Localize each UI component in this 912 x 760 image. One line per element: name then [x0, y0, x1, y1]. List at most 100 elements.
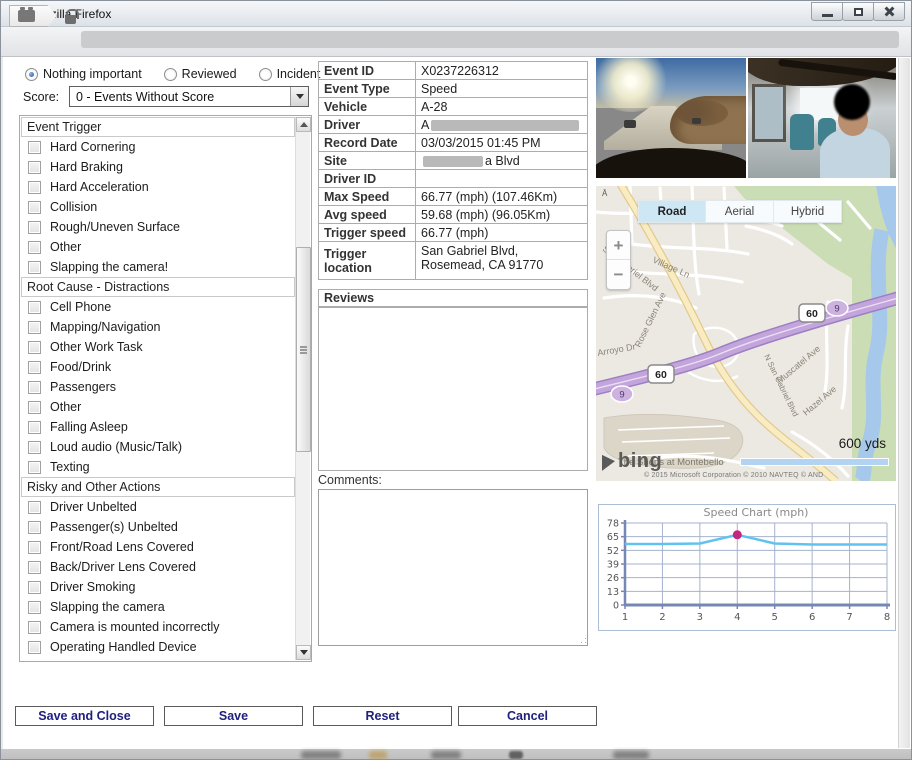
- window-scrollbar-gutter[interactable]: [898, 58, 910, 748]
- taskbar-item: [509, 751, 523, 759]
- checkbox-label: Hard Braking: [50, 160, 123, 174]
- checkbox[interactable]: [28, 401, 41, 414]
- checkbox-item[interactable]: Tampering/Abusing Equipment: [21, 657, 295, 660]
- radio-reviewed[interactable]: Reviewed: [164, 67, 237, 81]
- checkbox-item[interactable]: Other: [21, 237, 295, 257]
- checkbox-item[interactable]: Front/Road Lens Covered: [21, 537, 295, 557]
- checkbox[interactable]: [28, 521, 41, 534]
- checkbox[interactable]: [28, 361, 41, 374]
- checkbox-item[interactable]: Cell Phone: [21, 297, 295, 317]
- radio-button-selected[interactable]: [25, 68, 38, 81]
- map-type-hybrid-button[interactable]: Hybrid: [774, 200, 842, 223]
- checklist-scrollbar[interactable]: [295, 117, 310, 660]
- checkbox-item[interactable]: Passengers: [21, 377, 295, 397]
- driver-camera-image[interactable]: [748, 58, 896, 178]
- svg-text:9: 9: [619, 390, 624, 401]
- checkbox-item[interactable]: Driver Smoking: [21, 577, 295, 597]
- bing-logo: bing: [602, 450, 662, 473]
- bing-map[interactable]: Ā Village Ln San Gabriel Blvd Rose Glen …: [596, 186, 896, 481]
- field-value: 66.77 (mph) (107.46Km): [416, 188, 588, 206]
- checkbox[interactable]: [28, 321, 41, 334]
- cancel-button[interactable]: Cancel: [458, 706, 597, 726]
- checkbox[interactable]: [28, 181, 41, 194]
- score-dropdown[interactable]: 0 - Events Without Score: [69, 86, 309, 107]
- field-label: Trigger speed: [319, 224, 416, 242]
- radio-incident[interactable]: Incident: [259, 67, 321, 81]
- checkbox-label: Hard Cornering: [50, 140, 135, 154]
- trigger-point-marker[interactable]: [733, 530, 742, 539]
- scroll-down-button[interactable]: [296, 645, 311, 660]
- map-type-road-button[interactable]: Road: [638, 200, 706, 223]
- checkbox-item[interactable]: Driver Unbelted: [21, 497, 295, 517]
- checkbox-item[interactable]: Rough/Uneven Surface: [21, 217, 295, 237]
- scroll-up-button[interactable]: [296, 117, 311, 132]
- vehicle: [624, 120, 636, 128]
- checkbox-item[interactable]: Back/Driver Lens Covered: [21, 557, 295, 577]
- checkbox-item[interactable]: Texting: [21, 457, 295, 477]
- checkbox-item[interactable]: Loud audio (Music/Talk): [21, 437, 295, 457]
- checkbox[interactable]: [28, 161, 41, 174]
- checkbox-item[interactable]: Hard Acceleration: [21, 177, 295, 197]
- checkbox-item[interactable]: Hard Braking: [21, 157, 295, 177]
- road-camera-image[interactable]: [596, 58, 746, 178]
- checkbox-group-header: Risky and Other Actions: [21, 477, 295, 497]
- save-button[interactable]: Save: [164, 706, 303, 726]
- checkbox[interactable]: [28, 201, 41, 214]
- checkbox[interactable]: [28, 381, 41, 394]
- checkbox[interactable]: [28, 501, 41, 514]
- radio-button[interactable]: [259, 68, 272, 81]
- zoom-in-button[interactable]: +: [607, 231, 630, 260]
- checkbox-item[interactable]: Falling Asleep: [21, 417, 295, 437]
- zoom-out-button[interactable]: −: [607, 260, 630, 289]
- checkbox-label: Slapping the camera: [50, 600, 165, 614]
- site-identity-button[interactable]: [9, 5, 57, 27]
- checkbox-label: Food/Drink: [50, 360, 111, 374]
- checkbox[interactable]: [28, 141, 41, 154]
- checkbox[interactable]: [28, 461, 41, 474]
- reset-button[interactable]: Reset: [313, 706, 452, 726]
- field-label: Event ID: [319, 62, 416, 80]
- checkbox[interactable]: [28, 221, 41, 234]
- checkbox[interactable]: [28, 421, 41, 434]
- checkbox-item[interactable]: Camera is mounted incorrectly: [21, 617, 295, 637]
- map-type-aerial-button[interactable]: Aerial: [706, 200, 774, 223]
- close-button[interactable]: [873, 2, 905, 21]
- checkbox[interactable]: [28, 441, 41, 454]
- taskbar-item: [301, 751, 341, 759]
- checkbox[interactable]: [28, 341, 41, 354]
- checkbox-item[interactable]: Slapping the camera!: [21, 257, 295, 277]
- checkbox-item[interactable]: Passenger(s) Unbelted: [21, 517, 295, 537]
- field-label: Driver ID: [319, 170, 416, 188]
- checkbox[interactable]: [28, 561, 41, 574]
- checkbox-item[interactable]: Operating Handled Device: [21, 637, 295, 657]
- checklist-items: Event TriggerHard CorneringHard BrakingH…: [21, 117, 295, 660]
- checkbox-label: Slapping the camera!: [50, 260, 168, 274]
- checkbox-item[interactable]: Slapping the camera: [21, 597, 295, 617]
- radio-nothing-important[interactable]: Nothing important: [25, 67, 142, 81]
- checkbox[interactable]: [28, 581, 41, 594]
- radio-button[interactable]: [164, 68, 177, 81]
- minimize-button[interactable]: [811, 2, 843, 21]
- checkbox-item[interactable]: Other Work Task: [21, 337, 295, 357]
- checkbox-label: Operating Handled Device: [50, 640, 197, 654]
- checkbox-item[interactable]: Food/Drink: [21, 357, 295, 377]
- checkbox[interactable]: [28, 541, 41, 554]
- checkbox[interactable]: [28, 641, 41, 654]
- checkbox-item[interactable]: Hard Cornering: [21, 137, 295, 157]
- restore-button[interactable]: [842, 2, 874, 21]
- checkbox[interactable]: [28, 621, 41, 634]
- checkbox-item[interactable]: Collision: [21, 197, 295, 217]
- resize-grip-icon[interactable]: [578, 635, 586, 643]
- checkbox-item[interactable]: Other: [21, 397, 295, 417]
- checkbox-item[interactable]: Mapping/Navigation: [21, 317, 295, 337]
- checkbox[interactable]: [28, 601, 41, 614]
- checkbox[interactable]: [28, 241, 41, 254]
- dropdown-arrow-button[interactable]: [290, 87, 308, 106]
- scrollbar-thumb[interactable]: [296, 247, 311, 452]
- radio-label: Nothing important: [43, 67, 142, 81]
- comments-textarea[interactable]: [318, 489, 588, 646]
- url-bar[interactable]: [81, 31, 899, 48]
- save-and-close-button[interactable]: Save and Close: [15, 706, 154, 726]
- checkbox[interactable]: [28, 261, 41, 274]
- checkbox[interactable]: [28, 301, 41, 314]
